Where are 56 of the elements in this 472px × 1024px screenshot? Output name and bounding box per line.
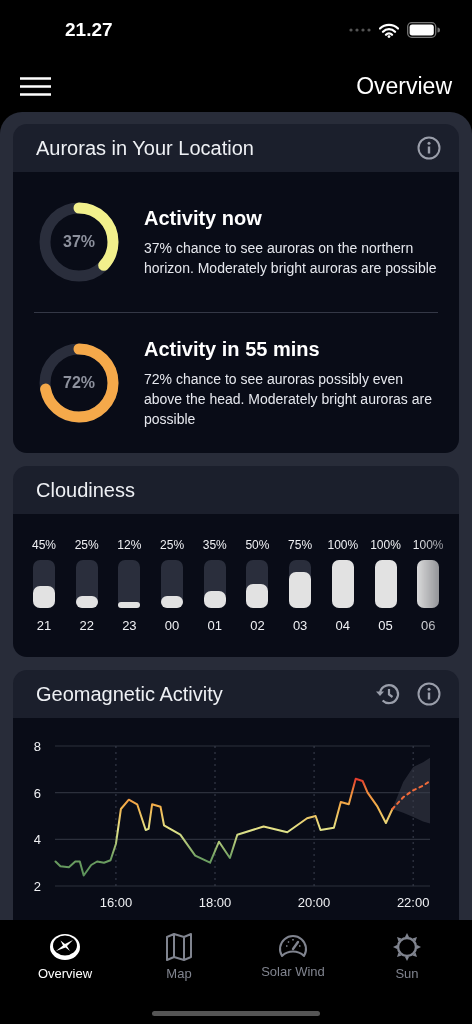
y-axis-label: 2 bbox=[33, 879, 41, 894]
hour-label: 01 bbox=[207, 618, 222, 633]
sun-icon bbox=[392, 932, 422, 962]
y-axis-label: 6 bbox=[33, 785, 41, 801]
gauge-value: 37% bbox=[63, 233, 95, 251]
activity-title: Activity now bbox=[144, 206, 263, 230]
battery-icon bbox=[407, 22, 440, 38]
y-axis-label: 8 bbox=[33, 739, 41, 754]
tab-bar-item[interactable]: Map bbox=[129, 920, 229, 981]
x-axis-label: 20:00 bbox=[297, 895, 331, 910]
x-axis-label: 16:00 bbox=[99, 895, 133, 910]
wifi-icon bbox=[379, 22, 399, 38]
hour-label: 02 bbox=[250, 618, 265, 633]
hour-label: 06 bbox=[420, 618, 436, 633]
cloud-percent: 50% bbox=[245, 538, 270, 552]
cloud-percent: 25% bbox=[74, 538, 99, 552]
hour-label: 05 bbox=[378, 618, 393, 633]
forecast-cone-drawing bbox=[392, 757, 430, 824]
tab-bar-item[interactable]: Sun bbox=[357, 920, 457, 981]
cloud-percent: 100% bbox=[370, 538, 401, 552]
cloud-percent: 100% bbox=[327, 538, 359, 552]
hour-label: 00 bbox=[164, 618, 180, 633]
activity-description: 37% chance to see auroras on the northern horizon. Moderately bright auroras are possible bbox=[144, 238, 438, 278]
gauge-icon bbox=[278, 932, 308, 960]
cloud-percent: 75% bbox=[288, 538, 313, 552]
hour-label: 04 bbox=[335, 618, 351, 633]
y-axis-label: 4 bbox=[33, 832, 41, 848]
gauge-value: 72% bbox=[63, 374, 95, 392]
hour-label: 23 bbox=[122, 618, 137, 633]
hour-label: 21 bbox=[36, 618, 52, 633]
page-title: Overview bbox=[356, 72, 452, 100]
cloud-percent: 45% bbox=[32, 538, 56, 552]
map-icon bbox=[165, 932, 193, 962]
x-axis-label: 18:00 bbox=[198, 895, 232, 910]
cloud-percent: 25% bbox=[160, 538, 185, 552]
activity-description: 72% chance to see auroras possibly even above the head. Moderately bright auroras are possible bbox=[144, 369, 433, 429]
hour-label: 22 bbox=[79, 618, 94, 633]
info-icon[interactable] bbox=[417, 682, 441, 706]
card-title: Geomagnetic Activity bbox=[36, 682, 223, 706]
forecast-line bbox=[391, 780, 431, 810]
menu-icon[interactable] bbox=[20, 76, 51, 96]
history-icon[interactable] bbox=[375, 682, 401, 706]
disc-icon bbox=[48, 932, 82, 962]
cloud-percent: 100% bbox=[412, 538, 444, 552]
card-title: Auroras in Your Location bbox=[36, 136, 254, 160]
tab-bar-item[interactable]: Overview bbox=[15, 920, 115, 981]
tab-bar-item[interactable]: Solar Wind bbox=[243, 920, 343, 979]
cloud-percent: 35% bbox=[202, 538, 227, 552]
cloud-percent: 12% bbox=[117, 538, 142, 552]
cellular-signal-icon bbox=[349, 28, 371, 32]
status-time: 21.27 bbox=[65, 19, 113, 41]
card-title: Cloudiness bbox=[36, 478, 135, 502]
hour-label: 03 bbox=[292, 618, 308, 633]
activity-title: Activity in 55 mins bbox=[144, 337, 321, 361]
x-axis-label: 22:00 bbox=[396, 895, 430, 910]
info-icon[interactable] bbox=[417, 136, 441, 160]
